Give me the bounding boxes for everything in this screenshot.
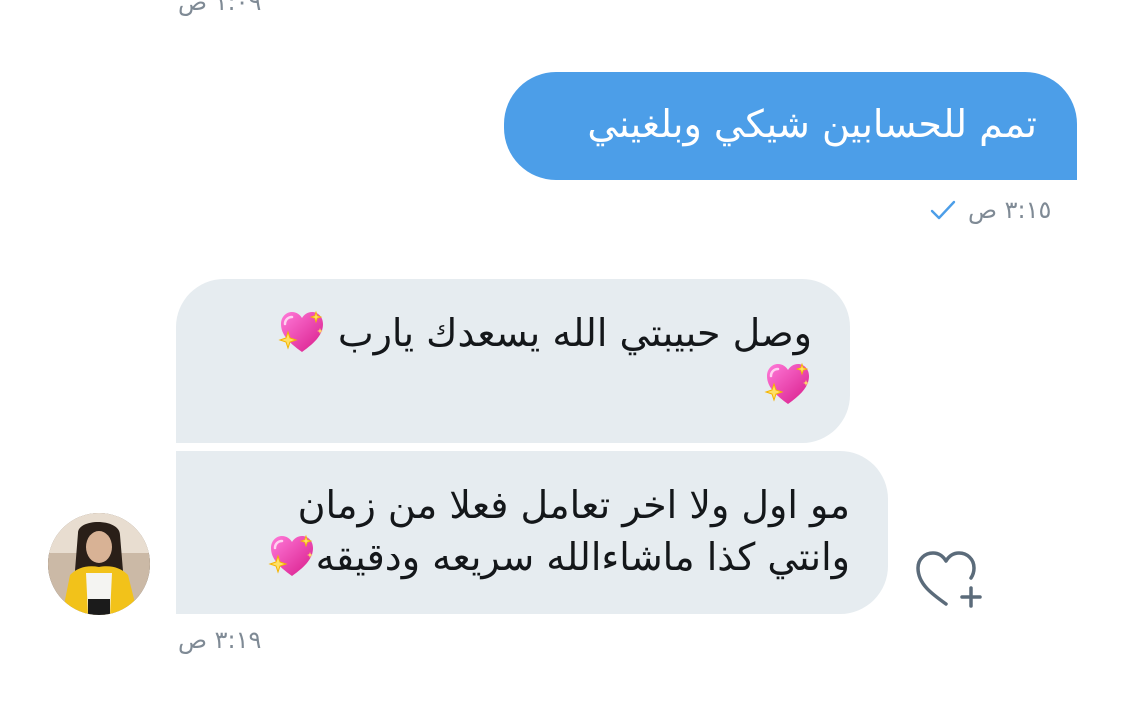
incoming-message-line: وصل حبيبتي الله يسعدك يارب bbox=[214, 307, 812, 359]
sparkling-heart-emoji-icon bbox=[268, 532, 316, 580]
incoming-message-line bbox=[214, 359, 812, 411]
outgoing-message-text: تمم للحسابين شيكي وبلغيني bbox=[587, 102, 1037, 146]
add-reaction-icon[interactable] bbox=[914, 548, 986, 610]
incoming-message-text: وانتي كذا ماشاءالله سريعه ودقيقه bbox=[315, 535, 850, 579]
incoming-message-line: وانتي كذا ماشاءالله سريعه ودقيقه bbox=[214, 531, 850, 583]
outgoing-message-meta: ٣:١٥ ص bbox=[928, 196, 1051, 224]
message-timestamp-top: ١:٠٩ ص bbox=[178, 0, 262, 16]
outgoing-message-bubble[interactable]: تمم للحسابين شيكي وبلغيني bbox=[504, 72, 1077, 180]
incoming-message-text: وصل حبيبتي الله يسعدك يارب bbox=[337, 311, 812, 355]
incoming-message-text: مو اول ولا اخر تعامل فعلا من زمان bbox=[297, 483, 850, 527]
check-icon bbox=[930, 200, 956, 220]
avatar-photo bbox=[48, 513, 150, 615]
sparkling-heart-emoji-icon bbox=[278, 308, 326, 356]
sparkling-heart-emoji-icon bbox=[764, 360, 812, 408]
conversation-view: ١:٠٩ ص تمم للحسابين شيكي وبلغيني ٣:١٥ ص … bbox=[0, 0, 1124, 706]
incoming-message-bubble[interactable]: وصل حبيبتي الله يسعدك يارب bbox=[176, 279, 850, 443]
incoming-message-bubble[interactable]: مو اول ولا اخر تعامل فعلا من زمان وانتي … bbox=[176, 451, 888, 614]
incoming-message-timestamp: ٣:١٩ ص bbox=[178, 626, 262, 654]
avatar[interactable] bbox=[48, 513, 150, 615]
outgoing-message-timestamp: ٣:١٥ ص bbox=[968, 196, 1052, 224]
